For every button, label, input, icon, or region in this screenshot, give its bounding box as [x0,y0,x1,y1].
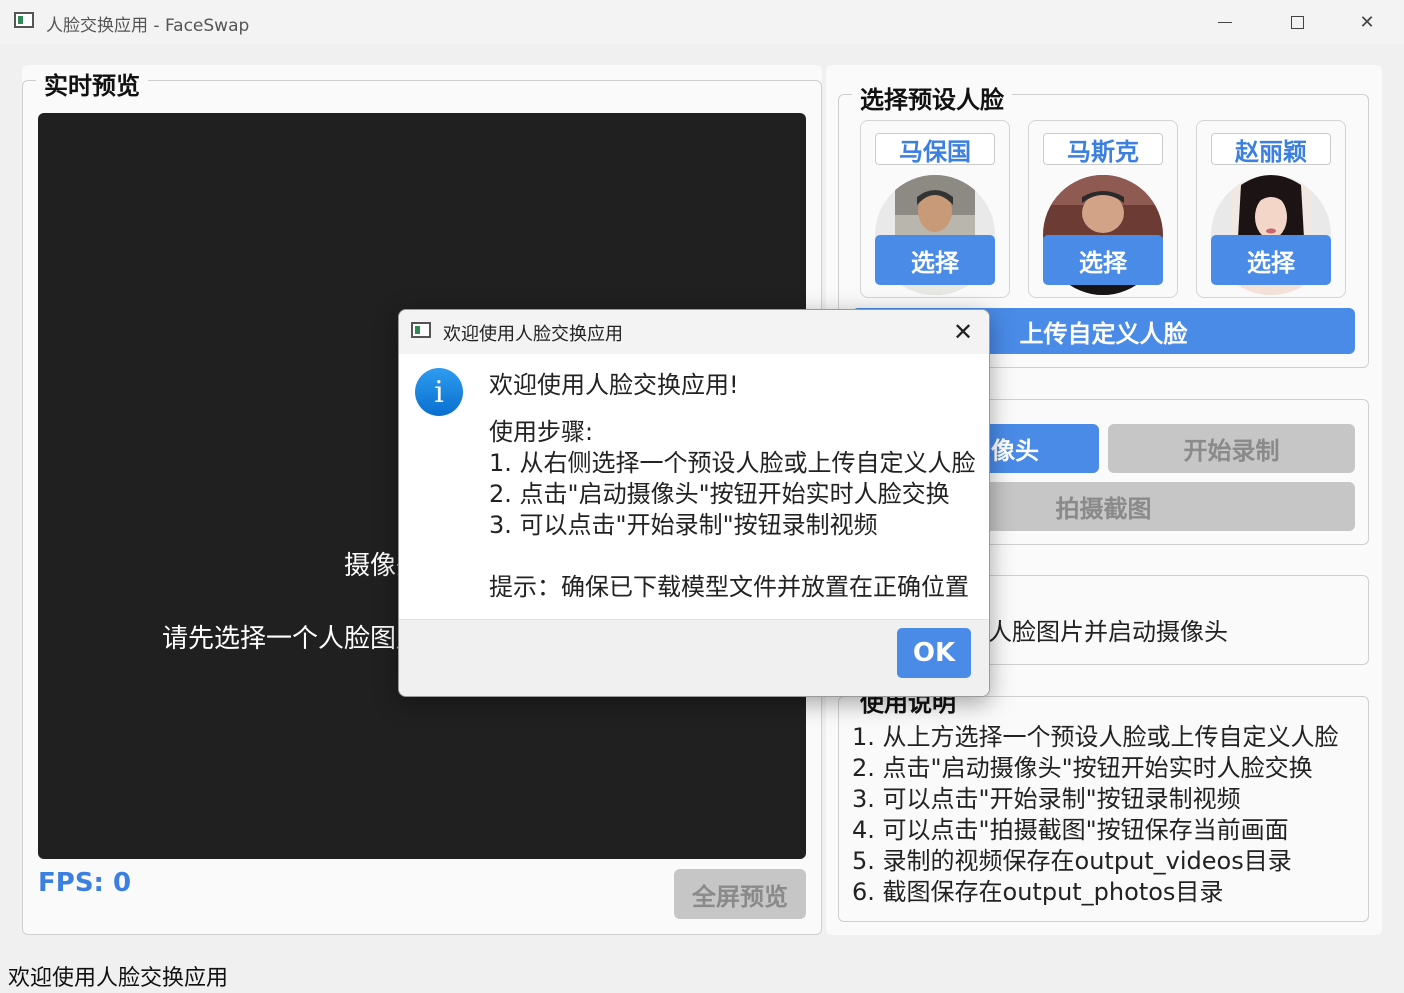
welcome-dialog: 欢迎使用人脸交换应用 ✕ i 欢迎使用人脸交换应用! 使用步骤: 1. 从右侧选… [398,309,990,697]
preview-group-title: 实时预览 [36,66,148,101]
dialog-message: 欢迎使用人脸交换应用! 使用步骤: 1. 从右侧选择一个预设人脸或上传自定义人脸… [489,370,976,603]
app-icon [14,12,34,28]
select-face-button[interactable]: 选择 [875,235,995,285]
dialog-step: 3. 可以点击"开始录制"按钮录制视频 [489,511,878,539]
minimize-icon [1218,21,1232,23]
dialog-tip: 提示：确保已下载模型文件并放置在正确位置 [489,573,969,601]
start-camera-label: 像头 [991,437,1039,465]
ok-button[interactable]: OK [897,628,971,678]
face-card-3: 赵丽颖 选择 [1196,120,1346,298]
dialog-app-icon [411,322,431,338]
face-select-group-title: 选择预设人脸 [852,80,1012,115]
dialog-title: 欢迎使用人脸交换应用 [443,324,623,345]
instruction-item: 5. 录制的视频保存在output_videos目录 [852,847,1292,875]
maximize-button[interactable] [1262,0,1332,44]
status-bar-text: 欢迎使用人脸交换应用 [8,966,229,991]
instruction-item: 2. 点击"启动摄像头"按钮开始实时人脸交换 [852,754,1313,782]
dialog-heading: 欢迎使用人脸交换应用! [489,371,739,399]
dialog-title-bar: 欢迎使用人脸交换应用 ✕ [399,310,989,354]
maximize-icon [1290,15,1304,29]
dialog-step: 2. 点击"启动摄像头"按钮开始实时人脸交换 [489,480,950,508]
instruction-item: 3. 可以点击"开始录制"按钮录制视频 [852,785,1241,813]
instruction-item: 6. 截图保存在output_photos目录 [852,878,1224,906]
status-message: 人脸图片并启动摄像头 [988,618,1228,646]
fullscreen-preview-button[interactable]: 全屏预览 [674,869,806,919]
dialog-close-button[interactable]: ✕ [947,316,979,348]
info-icon: i [415,368,463,416]
window-title: 人脸交换应用 - FaceSwap [46,16,250,36]
select-face-button[interactable]: 选择 [1211,235,1331,285]
face-name-label: 马斯克 [1043,133,1163,166]
dialog-step: 1. 从右侧选择一个预设人脸或上传自定义人脸 [489,449,976,477]
start-recording-button[interactable]: 开始录制 [1108,424,1355,473]
title-bar: 人脸交换应用 - FaceSwap ✕ [0,0,1404,44]
minimize-button[interactable] [1190,0,1260,44]
instructions-list: 1. 从上方选择一个预设人脸或上传自定义人脸 2. 点击"启动摄像头"按钮开始实… [852,722,1339,908]
close-icon: ✕ [1359,11,1375,33]
fps-label: FPS: 0 [38,868,132,898]
instruction-item: 1. 从上方选择一个预设人脸或上传自定义人脸 [852,723,1339,751]
face-card-1: 马保国 选择 [860,120,1010,298]
close-window-button[interactable]: ✕ [1332,0,1402,44]
instruction-item: 4. 可以点击"拍摄截图"按钮保存当前画面 [852,816,1289,844]
dialog-steps-title: 使用步骤: [489,418,594,446]
face-card-2: 马斯克 选择 [1028,120,1178,298]
face-name-label: 马保国 [875,133,995,166]
select-face-button[interactable]: 选择 [1043,235,1163,285]
face-name-label: 赵丽颖 [1211,133,1331,166]
close-icon: ✕ [952,318,974,346]
